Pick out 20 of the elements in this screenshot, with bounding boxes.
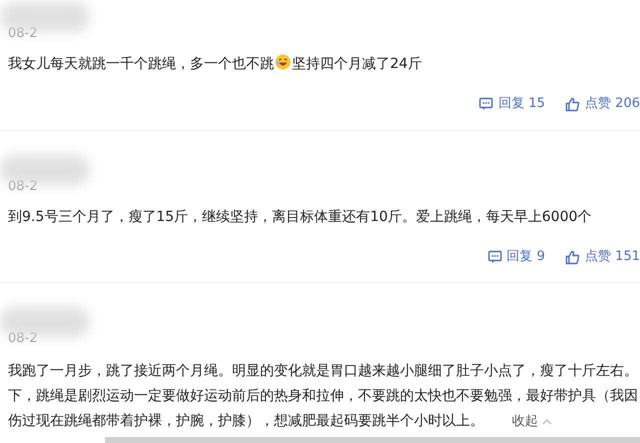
laughing-emoji-icon: [275, 54, 291, 70]
comment-text-line: 我跑了一月步，跳了接近两个月绳。明显的变化就是胃口越来越小腿细了肚子小点了，瘦了十斤左右。: [8, 362, 638, 381]
comment-text-line: 下，跳绳是剧烈运动一定要做好运动前后的热身和拉伸，不要跳的太快也不要勉强，最好带护具（我因: [8, 387, 638, 406]
comment-icon: [488, 250, 502, 264]
reply-button[interactable]: 回复 9: [488, 247, 546, 267]
comment-date: 08-2: [8, 178, 38, 196]
comment-text: 我女儿每天就跳一千个跳绳，多一个也不跳 坚持四个月减了24斤: [8, 54, 422, 74]
thumbs-up-icon: [565, 96, 580, 112]
comment-date: 08-2: [8, 25, 38, 44]
reply-button[interactable]: 回复 15: [479, 94, 546, 114]
chevron-up-icon: [542, 418, 552, 425]
scrollbar[interactable]: [105, 437, 640, 443]
comment-text-line: 伤过现在跳绳都带着护裸，护腕，护膝），想减肥最起码要跳半个小时以上。: [8, 412, 484, 431]
like-button[interactable]: 点赞 206: [565, 94, 640, 114]
like-button[interactable]: 点赞 151: [565, 247, 640, 267]
comment-icon: [479, 97, 494, 111]
collapse-link[interactable]: 收起: [512, 412, 552, 432]
comment-date: 08-2: [8, 330, 38, 348]
thumbs-up-icon: [565, 250, 580, 264]
comment-text: 到9.5号三个月了，瘦了15斤，继续坚持，离目标体重还有10斤。爱上跳绳，每天早上6000个: [8, 208, 592, 226]
